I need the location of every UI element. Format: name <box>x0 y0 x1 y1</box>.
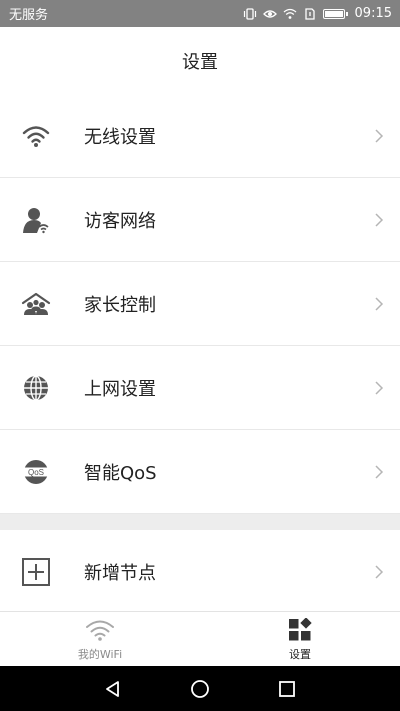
chevron-right-icon <box>375 464 384 479</box>
status-bar: 无服务 09:15 <box>0 0 400 27</box>
vibrate-icon <box>243 7 256 20</box>
menu-item-label: 新增节点 <box>84 562 156 584</box>
wifi-icon <box>283 8 296 19</box>
menu-item-label: 上网设置 <box>84 378 156 400</box>
menu-item-guest-network[interactable]: 访客网络 <box>0 178 400 262</box>
wifi-icon <box>85 618 115 642</box>
tab-label: 设置 <box>289 647 311 661</box>
battery-icon <box>322 8 348 19</box>
menu-item-label: 无线设置 <box>84 126 156 148</box>
clock: 09:15 <box>354 6 392 21</box>
menu-item-label: 家长控制 <box>84 294 156 316</box>
carrier-label: 无服务 <box>9 8 49 23</box>
chevron-right-icon <box>375 380 384 395</box>
home-icon[interactable] <box>188 677 212 701</box>
back-icon[interactable] <box>101 677 125 701</box>
eye-icon <box>262 9 277 18</box>
sim-icon <box>304 7 315 20</box>
globe-icon <box>20 372 52 404</box>
title-bar: 设置 <box>0 27 400 95</box>
menu-item-label: 访客网络 <box>84 210 156 232</box>
add-node-icon <box>20 556 52 588</box>
menu-item-add-node[interactable]: 新增节点 <box>0 530 400 614</box>
menu-item-parental-control[interactable]: 家长控制 <box>0 262 400 346</box>
qos-icon: QoS <box>20 456 52 488</box>
recents-icon[interactable] <box>275 677 299 701</box>
chevron-right-icon <box>375 128 384 143</box>
page-title: 设置 <box>182 51 218 73</box>
bottom-nav: 我的WiFi 设置 <box>0 611 400 667</box>
status-icons: 09:15 <box>243 6 392 21</box>
chevron-right-icon <box>375 296 384 311</box>
tab-settings[interactable]: 设置 <box>200 612 400 667</box>
chevron-right-icon <box>375 212 384 227</box>
parental-control-icon <box>20 288 52 320</box>
menu-item-smart-qos[interactable]: QoS 智能QoS <box>0 430 400 514</box>
guest-user-icon <box>20 204 52 236</box>
section-separator <box>0 514 400 530</box>
tab-my-wifi[interactable]: 我的WiFi <box>0 612 200 667</box>
wifi-icon <box>20 120 52 152</box>
menu-item-internet-settings[interactable]: 上网设置 <box>0 346 400 430</box>
system-nav-bar <box>0 666 400 711</box>
tab-label: 我的WiFi <box>77 647 123 661</box>
settings-menu: 无线设置 访客网络 家长控制 上网设置 QoS 智能QoS 新增节点 <box>0 94 400 614</box>
menu-item-label: 智能QoS <box>84 462 157 484</box>
settings-grid-icon <box>285 617 315 642</box>
chevron-right-icon <box>375 564 384 579</box>
menu-item-wireless[interactable]: 无线设置 <box>0 94 400 178</box>
qos-icon-text: QoS <box>28 468 44 477</box>
